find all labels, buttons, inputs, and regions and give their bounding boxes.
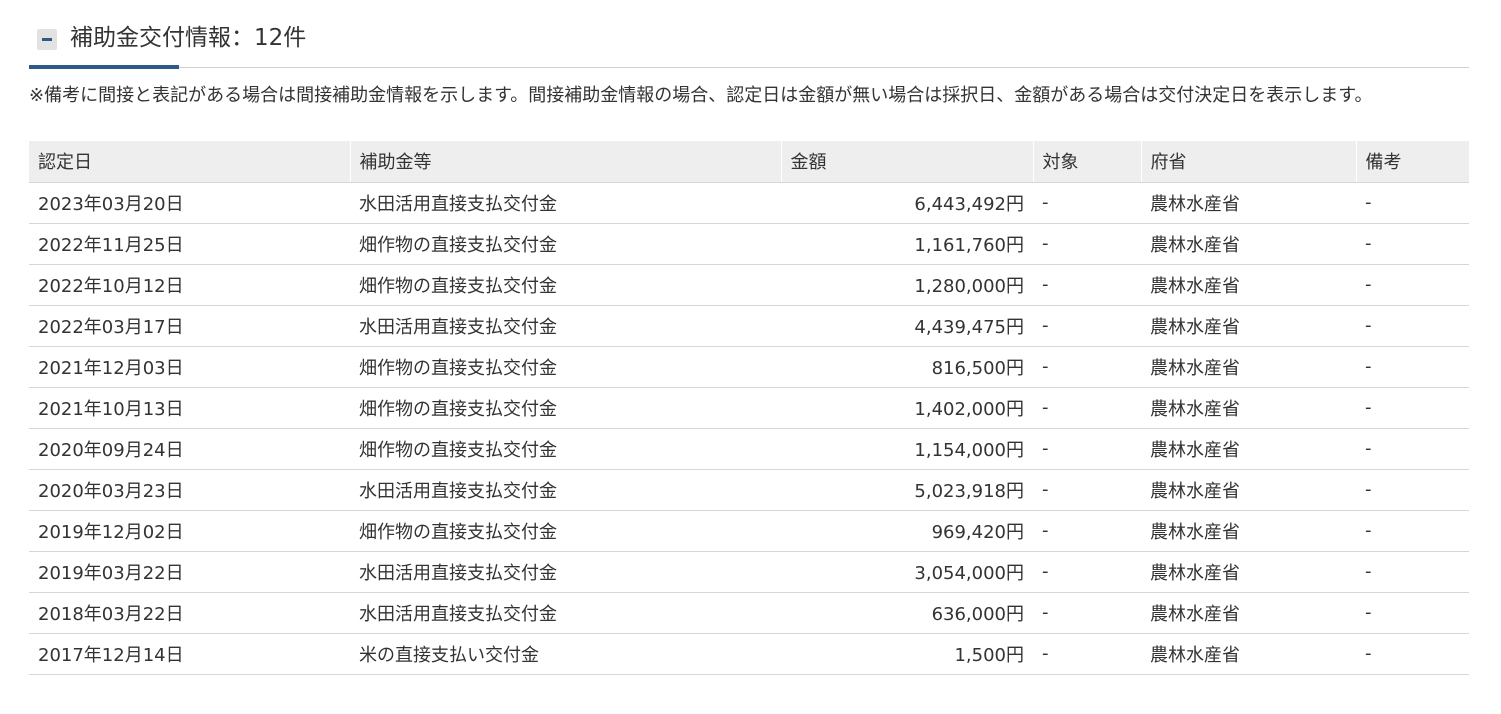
cell-subsidy: 水田活用直接支払交付金 — [350, 551, 781, 593]
cell-ministry: 農林水産省 — [1141, 346, 1356, 388]
cell-target: - — [1033, 592, 1141, 634]
cell-ministry: 農林水産省 — [1141, 510, 1356, 552]
cell-date: 2019年03月22日 — [29, 551, 350, 593]
section-title: 補助金交付情報：12件 — [70, 25, 307, 51]
table-row: 2022年11月25日 畑作物の直接支払交付金 1,161,760円 - 農林水産省 - — [29, 223, 1469, 265]
cell-ministry: 農林水産省 — [1141, 264, 1356, 306]
cell-date: 2019年12月02日 — [29, 510, 350, 552]
cell-ministry: 農林水産省 — [1141, 469, 1356, 511]
cell-target: - — [1033, 510, 1141, 552]
cell-ministry: 農林水産省 — [1141, 592, 1356, 634]
table-header-row: 認定日 補助金等 金額 対象 府省 備考 — [29, 141, 1469, 183]
cell-remarks: - — [1356, 223, 1469, 265]
cell-ministry: 農林水産省 — [1141, 551, 1356, 593]
subsidy-section: 補助金交付情報：12件 ※備考に間接と表記がある場合は間接補助金情報を示します。… — [29, 0, 1469, 675]
cell-target: - — [1033, 551, 1141, 593]
cell-target: - — [1033, 387, 1141, 429]
cell-date: 2022年03月17日 — [29, 305, 350, 347]
column-header-target: 対象 — [1032, 141, 1141, 183]
cell-target: - — [1033, 346, 1141, 388]
cell-target: - — [1033, 305, 1141, 347]
cell-date: 2023年03月20日 — [29, 182, 350, 224]
table-row: 2019年12月02日 畑作物の直接支払交付金 969,420円 - 農林水産省 - — [29, 510, 1469, 552]
cell-subsidy: 水田活用直接支払交付金 — [350, 182, 781, 224]
cell-amount: 5,023,918円 — [781, 469, 1033, 511]
cell-ministry: 農林水産省 — [1141, 305, 1356, 347]
cell-target: - — [1033, 223, 1141, 265]
cell-remarks: - — [1356, 551, 1469, 593]
cell-amount: 816,500円 — [781, 346, 1033, 388]
table-row: 2019年03月22日 水田活用直接支払交付金 3,054,000円 - 農林水産省 - — [29, 551, 1469, 593]
cell-amount: 1,154,000円 — [781, 428, 1033, 470]
cell-date: 2021年10月13日 — [29, 387, 350, 429]
cell-target: - — [1033, 469, 1141, 511]
table-row: 2022年10月12日 畑作物の直接支払交付金 1,280,000円 - 農林水産省 - — [29, 264, 1469, 306]
cell-subsidy: 水田活用直接支払交付金 — [350, 469, 781, 511]
cell-date: 2022年11月25日 — [29, 223, 350, 265]
cell-subsidy: 畑作物の直接支払交付金 — [350, 510, 781, 552]
cell-remarks: - — [1356, 305, 1469, 347]
cell-amount: 969,420円 — [781, 510, 1033, 552]
section-header: 補助金交付情報：12件 — [29, 0, 1469, 69]
indirect-subsidy-note: ※備考に間接と表記がある場合は間接補助金情報を示します。間接補助金情報の場合、認… — [29, 85, 1373, 106]
cell-amount: 1,500円 — [781, 633, 1033, 675]
cell-target: - — [1033, 264, 1141, 306]
cell-subsidy: 水田活用直接支払交付金 — [350, 305, 781, 347]
cell-amount: 6,443,492円 — [781, 182, 1033, 224]
cell-remarks: - — [1356, 346, 1469, 388]
cell-amount: 1,280,000円 — [781, 264, 1033, 306]
table-row: 2021年12月03日 畑作物の直接支払交付金 816,500円 - 農林水産省 - — [29, 346, 1469, 388]
table-row: 2020年03月23日 水田活用直接支払交付金 5,023,918円 - 農林水産省 - — [29, 469, 1469, 511]
cell-remarks: - — [1356, 633, 1469, 675]
cell-subsidy: 水田活用直接支払交付金 — [350, 592, 781, 634]
cell-ministry: 農林水産省 — [1141, 182, 1356, 224]
table-row: 2017年12月14日 米の直接支払い交付金 1,500円 - 農林水産省 - — [29, 633, 1469, 675]
subsidy-table: 認定日 補助金等 金額 対象 府省 備考 2023年03月20日 水田活用直接支払… — [29, 141, 1469, 675]
cell-ministry: 農林水産省 — [1141, 387, 1356, 429]
table-row: 2023年03月20日 水田活用直接支払交付金 6,443,492円 - 農林水産省 - — [29, 182, 1469, 224]
column-header-remarks: 備考 — [1355, 141, 1469, 183]
cell-amount: 1,161,760円 — [781, 223, 1033, 265]
cell-ministry: 農林水産省 — [1141, 428, 1356, 470]
cell-subsidy: 畑作物の直接支払交付金 — [350, 346, 781, 388]
collapse-toggle-button[interactable] — [37, 29, 57, 50]
cell-remarks: - — [1356, 592, 1469, 634]
cell-remarks: - — [1356, 182, 1469, 224]
table-row: 2020年09月24日 畑作物の直接支払交付金 1,154,000円 - 農林水産省 - — [29, 428, 1469, 470]
minus-icon — [42, 38, 52, 41]
table-row: 2021年10月13日 畑作物の直接支払交付金 1,402,000円 - 農林水産省 - — [29, 387, 1469, 429]
cell-ministry: 農林水産省 — [1141, 223, 1356, 265]
cell-ministry: 農林水産省 — [1141, 633, 1356, 675]
cell-target: - — [1033, 182, 1141, 224]
cell-subsidy: 畑作物の直接支払交付金 — [350, 264, 781, 306]
cell-remarks: - — [1356, 469, 1469, 511]
cell-remarks: - — [1356, 510, 1469, 552]
cell-remarks: - — [1356, 387, 1469, 429]
cell-date: 2021年12月03日 — [29, 346, 350, 388]
cell-target: - — [1033, 428, 1141, 470]
table-row: 2018年03月22日 水田活用直接支払交付金 636,000円 - 農林水産省 - — [29, 592, 1469, 634]
cell-remarks: - — [1356, 428, 1469, 470]
cell-date: 2020年03月23日 — [29, 469, 350, 511]
cell-target: - — [1033, 633, 1141, 675]
cell-date: 2018年03月22日 — [29, 592, 350, 634]
cell-remarks: - — [1356, 264, 1469, 306]
cell-amount: 3,054,000円 — [781, 551, 1033, 593]
cell-date: 2022年10月12日 — [29, 264, 350, 306]
cell-subsidy: 米の直接支払い交付金 — [350, 633, 781, 675]
cell-amount: 1,402,000円 — [781, 387, 1033, 429]
column-header-amount: 金額 — [780, 141, 1033, 183]
header-accent-underline — [29, 65, 179, 69]
cell-subsidy: 畑作物の直接支払交付金 — [350, 428, 781, 470]
cell-amount: 636,000円 — [781, 592, 1033, 634]
cell-date: 2020年09月24日 — [29, 428, 350, 470]
table-row: 2022年03月17日 水田活用直接支払交付金 4,439,475円 - 農林水産省 - — [29, 305, 1469, 347]
cell-subsidy: 畑作物の直接支払交付金 — [350, 223, 781, 265]
cell-date: 2017年12月14日 — [29, 633, 350, 675]
column-header-ministry: 府省 — [1140, 141, 1356, 183]
cell-subsidy: 畑作物の直接支払交付金 — [350, 387, 781, 429]
column-header-subsidy: 補助金等 — [349, 141, 781, 183]
column-header-date: 認定日 — [29, 141, 350, 183]
cell-amount: 4,439,475円 — [781, 305, 1033, 347]
